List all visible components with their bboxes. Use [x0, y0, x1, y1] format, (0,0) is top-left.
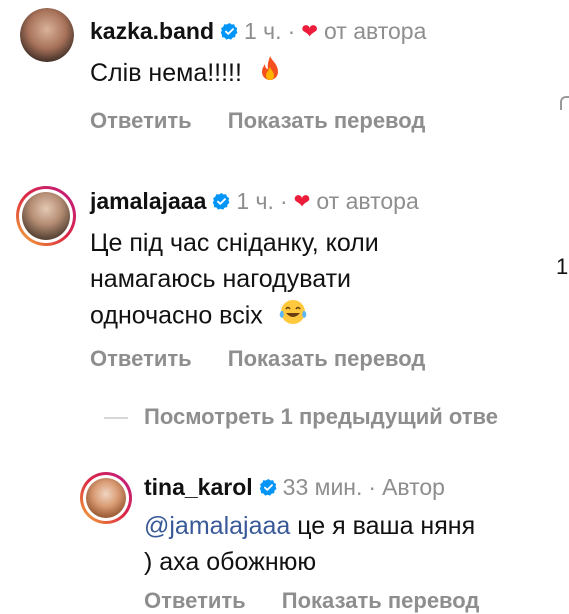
- view-previous-replies-button[interactable]: Посмотреть 1 предыдущий отве: [144, 404, 498, 430]
- reply-text-line: це я ваша няня: [290, 512, 476, 540]
- reply-button[interactable]: Ответить: [90, 108, 192, 133]
- show-translation-button[interactable]: Показать перевод: [228, 346, 426, 371]
- comment-text: Це під час сніданку, коли намагаюсь наго…: [90, 225, 379, 337]
- comment-text-line: Це під час сніданку, коли: [90, 229, 379, 257]
- comment-text-line: намагаюсь нагодувати: [90, 265, 351, 293]
- like-count: 1: [556, 254, 569, 279]
- replies-divider: [104, 417, 128, 419]
- comment-actions: Ответить Показать перевод: [90, 108, 455, 134]
- reply-header: tina_karol 33 мин. · Автор: [144, 474, 445, 501]
- timestamp: 1 ч.: [244, 18, 282, 44]
- show-translation-button[interactable]: Показать перевод: [228, 108, 426, 133]
- timestamp: 1 ч.: [236, 188, 274, 214]
- comment-header: jamalajaaa 1 ч. · ❤ от автора: [90, 188, 419, 215]
- separator: ·: [368, 474, 377, 500]
- avatar[interactable]: [20, 8, 74, 62]
- avatar[interactable]: [16, 186, 76, 246]
- like-icon[interactable]: [560, 96, 569, 110]
- tears-of-joy-emoji-icon: [278, 297, 308, 337]
- separator: ·: [279, 188, 288, 214]
- reply-button[interactable]: Ответить: [144, 588, 246, 613]
- comment-text-line: одночасно всіх: [90, 301, 263, 330]
- username[interactable]: kazka.band: [90, 18, 214, 45]
- verified-badge-icon: [213, 192, 230, 210]
- timestamp: 33 мин.: [282, 474, 363, 500]
- avatar[interactable]: [80, 472, 132, 524]
- show-translation-button[interactable]: Показать перевод: [282, 588, 480, 613]
- liked-by-author-label: от автора: [316, 188, 419, 214]
- separator: ·: [287, 18, 296, 44]
- username[interactable]: tina_karol: [144, 474, 253, 501]
- verified-badge-icon: [259, 478, 277, 496]
- comment-text-content: Слів нема!!!!!: [90, 59, 242, 87]
- fire-emoji-icon: [257, 55, 283, 93]
- liked-by-author-label: от автора: [324, 18, 427, 44]
- username[interactable]: jamalajaaa: [90, 188, 206, 215]
- author-label: Автор: [382, 474, 445, 500]
- comment-actions: Ответить Показать перевод: [90, 346, 455, 372]
- comment-text: Слів нема!!!!!: [90, 55, 283, 93]
- heart-icon: ❤: [293, 191, 311, 213]
- reply-text-line: ) аха обожнюю: [144, 548, 317, 576]
- reply-actions: Ответить Показать перевод: [144, 588, 509, 614]
- heart-icon: ❤: [301, 21, 318, 43]
- reply-button[interactable]: Ответить: [90, 346, 192, 371]
- comment-header: kazka.band 1 ч. · ❤ от автора: [90, 18, 426, 45]
- reply-text: @jamalajaaa це я ваша няня ) аха обожнюю: [144, 508, 475, 580]
- mention-link[interactable]: @jamalajaaa: [144, 512, 290, 540]
- verified-badge-icon: [220, 22, 238, 40]
